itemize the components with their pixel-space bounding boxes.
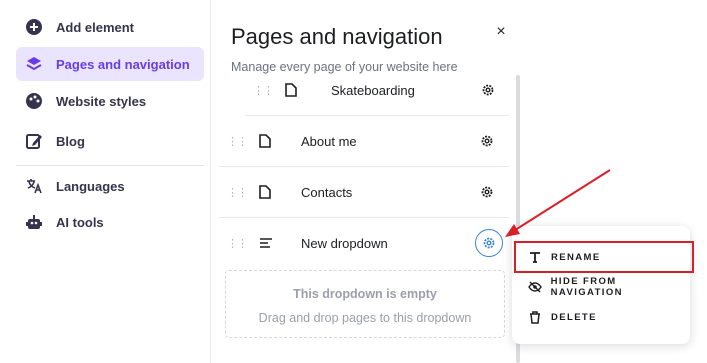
menu-item-delete[interactable]: DELETE (512, 302, 690, 332)
empty-dropdown-title: This dropdown is empty (293, 287, 437, 301)
menu-item-hide-from-navigation[interactable]: HIDE FROM NAVIGATION (512, 272, 690, 302)
page-label: Contacts (301, 184, 353, 200)
drag-handle-icon[interactable]: ⋮⋮ (227, 186, 248, 199)
sidebar-item-label: Blog (56, 133, 85, 149)
sidebar-item-label: AI tools (56, 214, 104, 230)
menu-item-label: DELETE (551, 311, 597, 323)
empty-dropdown-area[interactable]: This dropdown is empty Drag and drop pag… (225, 270, 505, 338)
sidebar-item-website-styles[interactable]: Website styles (16, 84, 204, 118)
sidebar-item-blog[interactable]: Blog (16, 124, 204, 158)
close-icon[interactable]: × (491, 22, 511, 42)
page-label: About me (301, 133, 357, 149)
trash-icon (527, 310, 543, 324)
palette-icon (24, 91, 44, 111)
sidebar: Add element Pages and navigation Website… (0, 0, 211, 363)
robot-icon (24, 212, 44, 232)
sidebar-item-label: Languages (56, 178, 125, 194)
drag-handle-icon[interactable]: ⋮⋮ (227, 237, 248, 250)
panel-title: Pages and navigation (231, 24, 443, 49)
page-icon (259, 185, 275, 199)
divider (16, 165, 204, 166)
page-icon (285, 83, 301, 97)
sidebar-item-ai-tools[interactable]: AI tools (16, 205, 204, 239)
page-row-new-dropdown[interactable]: ⋮⋮ New dropdown (219, 218, 509, 268)
sidebar-item-pages-and-navigation[interactable]: Pages and navigation (16, 47, 204, 81)
sidebar-item-label: Add element (56, 19, 135, 35)
drag-handle-icon[interactable]: ⋮⋮ (253, 84, 274, 97)
sidebar-item-languages[interactable]: Languages (16, 169, 204, 203)
layers-icon (24, 54, 44, 74)
dropdown-icon (259, 238, 275, 248)
edit-icon (24, 131, 44, 151)
sidebar-item-add-element[interactable]: Add element (16, 10, 204, 44)
annotation-highlight-box (514, 241, 694, 273)
empty-dropdown-hint: Drag and drop pages to this dropdown (258, 311, 472, 325)
page-icon (259, 134, 275, 148)
sidebar-item-label: Pages and navigation (56, 56, 190, 72)
menu-item-label: HIDE FROM NAVIGATION (550, 276, 623, 298)
page-label: New dropdown (301, 235, 388, 251)
plus-circle-icon (24, 17, 44, 37)
page-row-about-me[interactable]: ⋮⋮ About me (219, 116, 509, 167)
page-row-contacts[interactable]: ⋮⋮ Contacts (219, 167, 509, 218)
drag-handle-icon[interactable]: ⋮⋮ (227, 135, 248, 148)
gear-icon[interactable] (477, 131, 497, 151)
page-label: Skateboarding (331, 82, 415, 98)
eye-off-icon (527, 281, 543, 293)
sidebar-item-label: Website styles (56, 93, 147, 109)
gear-icon[interactable] (475, 229, 503, 257)
gear-icon[interactable] (478, 80, 498, 100)
gear-icon[interactable] (477, 182, 497, 202)
translate-icon (24, 176, 44, 196)
page-row-skateboarding[interactable]: ⋮⋮ Skateboarding (245, 65, 510, 116)
